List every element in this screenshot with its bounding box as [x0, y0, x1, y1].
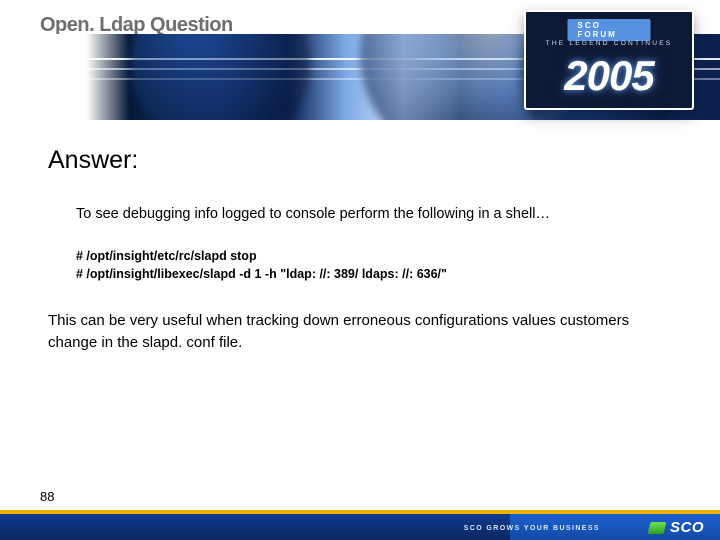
intro-text: To see debugging info logged to console … [76, 205, 680, 225]
badge-year: 2005 [526, 50, 692, 102]
code-line-2: # /opt/insight/libexec/slapd -d 1 -h "ld… [76, 265, 680, 284]
badge-tag: SCO FORUM [568, 19, 651, 41]
sco-logo-text: SCO [670, 519, 704, 536]
page-number: 88 [40, 489, 54, 504]
code-block: # /opt/insight/etc/rc/slapd stop # /opt/… [76, 247, 680, 285]
forum-badge: SCO FORUM THE LEGEND CONTINUES 2005 [524, 10, 694, 110]
sco-mark-icon [647, 522, 666, 534]
answer-heading: Answer: [48, 146, 680, 175]
footer-tagline: SCO GROWS YOUR BUSINESS [464, 525, 600, 532]
conclusion-text: This can be very useful when tracking do… [48, 310, 680, 354]
code-line-1: # /opt/insight/etc/rc/slapd stop [76, 247, 680, 266]
sco-logo: SCO [649, 519, 704, 536]
footer: SCO GROWS YOUR BUSINESS SCO [0, 510, 720, 540]
slide: Open. Ldap Question SCO FORUM THE LEGEND… [0, 0, 720, 540]
content-area: Answer: To see debugging info logged to … [48, 146, 680, 354]
badge-legend: THE LEGEND CONTINUES [526, 40, 692, 47]
